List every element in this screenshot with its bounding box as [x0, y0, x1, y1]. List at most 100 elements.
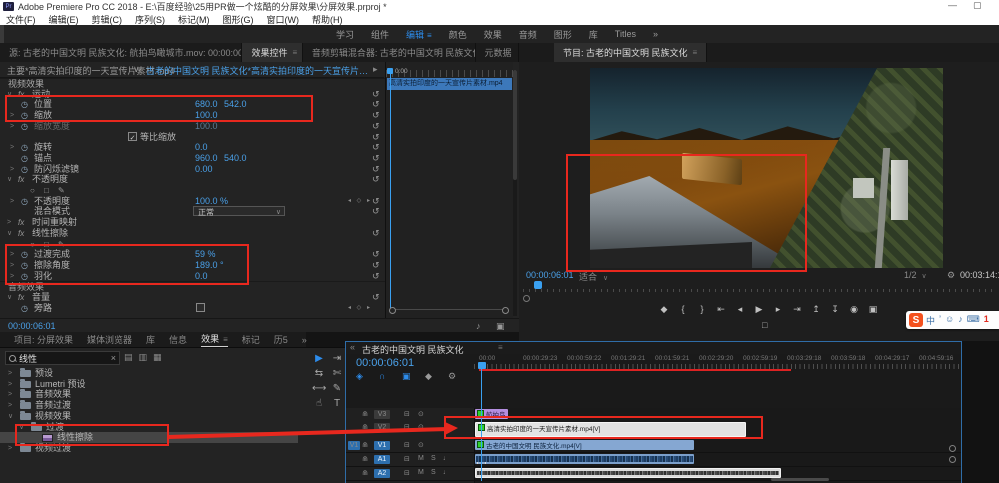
effect-row-缩放宽度[interactable]: >◷缩放宽度100.0↺: [0, 121, 385, 132]
panel-menu-icon[interactable]: ≡: [292, 48, 297, 57]
tab-信息[interactable]: 信息: [169, 333, 187, 346]
track-target-A2[interactable]: A2: [374, 469, 390, 478]
rect-mask-icon[interactable]: □: [44, 239, 49, 250]
effect-row-mask[interactable]: ○□✎: [0, 185, 385, 196]
lift-button[interactable]: ↥: [811, 304, 821, 315]
tab-program[interactable]: 节目: 古老的中国文明 民族文化 ≡: [554, 43, 707, 62]
sogou-item[interactable]: ☺: [945, 314, 954, 327]
reset-icon[interactable]: ↺: [372, 132, 380, 143]
effects-filter-icon[interactable]: ▤: [124, 352, 133, 363]
reset-icon[interactable]: ↺: [372, 206, 380, 217]
sogou-item[interactable]: 中: [926, 314, 935, 327]
scrubber-zoom-handle[interactable]: [523, 295, 530, 302]
track-output-eye-icon[interactable]: ⊙: [418, 423, 424, 431]
reset-icon[interactable]: ↺: [372, 174, 380, 185]
nest-toggle[interactable]: ◈: [356, 371, 363, 382]
twirl-icon[interactable]: >: [10, 271, 14, 282]
sogou-logo[interactable]: S: [909, 313, 923, 327]
pen-mask-icon[interactable]: ✎: [58, 239, 65, 250]
effects-bin-视频过渡[interactable]: >视频过渡: [0, 443, 298, 454]
effect-row-位置[interactable]: ◷位置680.0542.0↺: [0, 99, 385, 110]
reset-icon[interactable]: ↺: [372, 260, 380, 271]
track-target-V3[interactable]: V3: [374, 410, 390, 419]
timeline-horizontal-scrollbar[interactable]: [771, 478, 829, 481]
panel-menu-icon[interactable]: ≡: [427, 31, 432, 40]
param-value[interactable]: 542.0: [224, 99, 247, 110]
param-value[interactable]: 0.0: [195, 271, 208, 282]
tab-库[interactable]: 库: [146, 333, 155, 346]
effects-bin-音频效果[interactable]: >音频效果: [0, 389, 298, 400]
stopwatch-icon[interactable]: ◷: [21, 164, 28, 175]
effect-row-羽化[interactable]: >◷羽化0.0↺: [0, 271, 385, 282]
effect-row-旋转[interactable]: >◷旋转0.0↺: [0, 142, 385, 153]
selection-tool[interactable]: ▶: [312, 352, 326, 365]
timeline-timecode[interactable]: 00:00:06:01: [356, 357, 414, 369]
twirl-icon[interactable]: ∨: [7, 292, 12, 303]
ripple-edit-tool[interactable]: ⇆: [312, 367, 326, 380]
export-frame-button[interactable]: ◉: [849, 304, 859, 315]
mark-out-button[interactable]: }: [697, 304, 707, 314]
mute-button[interactable]: M: [418, 455, 424, 462]
menu-item[interactable]: 序列(S): [135, 13, 165, 26]
menu-item[interactable]: 窗口(W): [267, 13, 300, 26]
track-height-handle[interactable]: [949, 445, 956, 452]
tab-effect-controls[interactable]: 效果控件≡: [242, 43, 302, 62]
tab-sequence[interactable]: 古老的中国文明 民族文化: [362, 343, 464, 356]
effect-row-防闪烁滤镜[interactable]: >◷防闪烁滤镜0.00↺: [0, 164, 385, 175]
linked-selection-toggle[interactable]: ▣: [402, 371, 411, 382]
stopwatch-icon[interactable]: ◷: [21, 196, 28, 207]
twirl-icon[interactable]: >: [10, 249, 14, 260]
twirl-icon[interactable]: >: [10, 142, 14, 153]
param-value[interactable]: 100.0: [195, 110, 218, 121]
stopwatch-icon[interactable]: ◷: [21, 121, 28, 132]
param-value[interactable]: 0.0: [195, 142, 208, 153]
stopwatch-icon[interactable]: ◷: [21, 142, 28, 153]
track-output-eye-icon[interactable]: ⊙: [418, 441, 424, 449]
clip-V2[interactable]: 高清实拍印度的一天宣传片素材.mp4[V]: [475, 422, 746, 437]
menu-item[interactable]: 编辑(E): [49, 13, 79, 26]
timeline-playhead[interactable]: [478, 362, 486, 369]
param-value[interactable]: 960.0: [195, 153, 218, 164]
twirl-icon[interactable]: ∨: [7, 89, 12, 100]
track-lock-icon[interactable]: ⋒: [362, 455, 368, 463]
source-patch-V1[interactable]: V1: [348, 441, 360, 450]
twirl-icon[interactable]: >: [8, 368, 12, 379]
effect-controls-timecode[interactable]: 00:00:06:01: [8, 321, 56, 331]
effects-bin-过渡[interactable]: ∨过渡: [0, 422, 298, 433]
clip-A1[interactable]: [475, 454, 694, 464]
effects-item-线性擦除[interactable]: 线性擦除: [0, 432, 298, 443]
tab-标记[interactable]: 标记: [242, 333, 260, 346]
keyframe-navigator[interactable]: ◂ ◇ ▸: [348, 196, 372, 207]
reset-icon[interactable]: ↺: [372, 292, 380, 303]
fit-dropdown[interactable]: 适合∨: [579, 270, 608, 283]
param-value[interactable]: 680.0: [195, 99, 218, 110]
workspace-tab-效果[interactable]: 效果: [484, 28, 502, 41]
panel-menu-icon[interactable]: ≡: [498, 343, 503, 352]
zoom-handle-right[interactable]: [502, 307, 509, 314]
voiceover-mic-icon[interactable]: ♩: [443, 469, 450, 476]
menu-item[interactable]: 剪辑(C): [92, 13, 123, 26]
twirl-icon[interactable]: ∨: [7, 174, 12, 185]
twirl-icon[interactable]: >: [10, 196, 14, 207]
twirl-icon[interactable]: >: [7, 217, 11, 228]
reset-icon[interactable]: ↺: [372, 121, 380, 132]
add-marker-button[interactable]: ◆: [425, 371, 432, 382]
minimize-button[interactable]: —: [948, 0, 962, 10]
param-value[interactable]: 59 %: [195, 249, 216, 260]
reset-icon[interactable]: ↺: [372, 196, 380, 207]
param-value[interactable]: 100.0 %: [195, 196, 228, 207]
keyframe-playhead[interactable]: [387, 68, 393, 74]
sync-lock-icon[interactable]: ⊟: [404, 469, 410, 477]
reset-icon[interactable]: ↺: [372, 99, 380, 110]
hand-tool[interactable]: ☝: [312, 397, 326, 410]
stopwatch-icon[interactable]: ◷: [21, 153, 28, 164]
workspace-tab-Titles[interactable]: Titles: [615, 29, 636, 39]
ellipse-mask-icon[interactable]: ○: [30, 239, 35, 250]
restore-button[interactable]: ▢: [973, 0, 987, 11]
tab-项目: 分屏效果[interactable]: 项目: 分屏效果: [14, 333, 73, 346]
effects-bin-预设[interactable]: >预设: [0, 368, 298, 379]
button-editor-button[interactable]: ▣: [868, 304, 878, 315]
param-value[interactable]: 540.0: [224, 153, 247, 164]
track-target-V1[interactable]: V1: [374, 441, 390, 450]
menu-item[interactable]: 图形(G): [223, 13, 254, 26]
